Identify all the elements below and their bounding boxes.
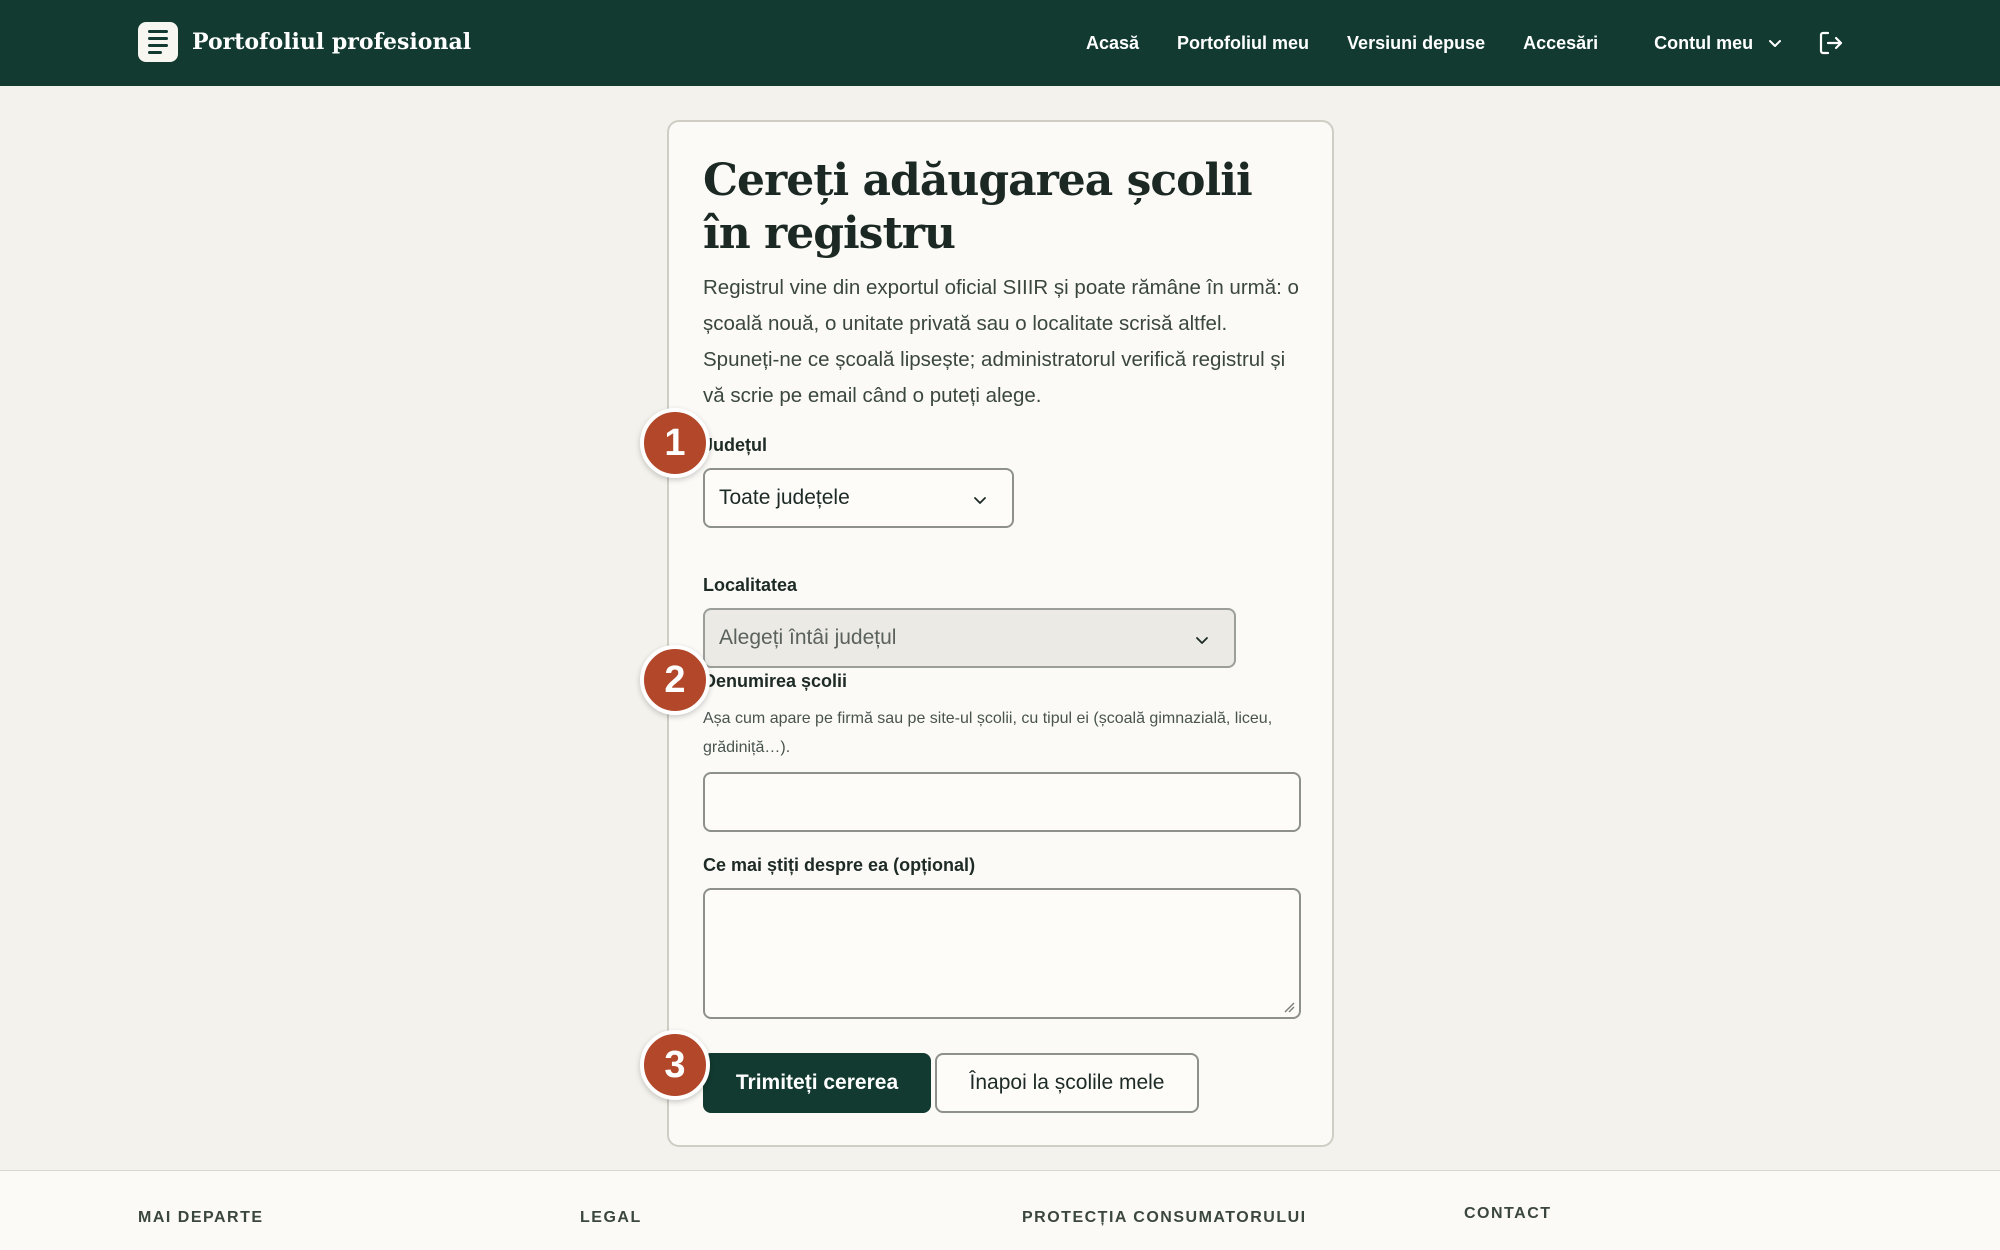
brand-title: Portofoliul profesional	[192, 29, 472, 55]
step-marker-1: 1	[640, 408, 710, 478]
notes-textarea[interactable]	[703, 888, 1301, 1019]
school-name-input[interactable]	[703, 772, 1301, 832]
notes-label: Ce mai știți despre ea (opțional)	[703, 855, 976, 875]
request-school-card: Cereți adăugarea școlii în registru Regi…	[667, 120, 1334, 1147]
footer-heading-contact: CONTACT	[1464, 1205, 1552, 1222]
nav-home[interactable]: Acasă	[1086, 33, 1139, 54]
nav-accesses[interactable]: Accesări	[1523, 33, 1598, 54]
submit-request-button[interactable]: Trimiteți cererea	[703, 1053, 931, 1113]
chevron-down-icon	[1769, 40, 1782, 47]
account-label: Contul meu	[1654, 32, 1754, 53]
resize-grip-icon[interactable]	[1283, 1001, 1295, 1013]
county-select-value: Toate județele	[719, 486, 850, 509]
locality-select[interactable]: Alegeți întâi județul	[703, 608, 1236, 668]
county-select[interactable]: Toate județele	[703, 468, 1014, 528]
footer-heading-legal: LEGAL	[580, 1209, 642, 1226]
back-to-schools-button[interactable]: Înapoi la școlile mele	[935, 1053, 1199, 1113]
chevron-down-icon	[974, 497, 986, 504]
nav-my-portfolio[interactable]: Portofoliul meu	[1177, 33, 1309, 54]
intro-text: Registrul vine din exportul oficial SIII…	[703, 276, 1299, 407]
nav-submitted-versions[interactable]: Versiuni depuse	[1347, 33, 1485, 54]
main-nav: Acasă Portofoliul meu Versiuni depuse Ac…	[1086, 0, 1783, 86]
brand-link[interactable]: Portofoliul profesional	[138, 22, 471, 62]
school-name-help: Așa cum apare pe firmă sau pe site-ul șc…	[703, 710, 1273, 756]
top-nav-bar: Portofoliul profesional Acasă Portofoliu…	[0, 0, 2000, 86]
county-label: Județul	[703, 435, 768, 455]
footer-heading-more: MAI DEPARTE	[138, 1209, 264, 1226]
page-title: Cereți adăugarea școlii în registru	[703, 155, 1253, 259]
logout-icon[interactable]	[1816, 28, 1846, 58]
account-menu[interactable]: Contul meu	[1654, 33, 1783, 54]
step-marker-2: 2	[640, 645, 710, 715]
site-footer: MAI DEPARTE LEGAL PROTECȚIA CONSUMATORUL…	[0, 1170, 2000, 1250]
portfolio-logo-icon	[138, 22, 178, 62]
locality-label: Localitatea	[703, 575, 798, 595]
locality-select-value: Alegeți întâi județul	[719, 626, 897, 649]
school-name-label: Denumirea școlii	[703, 671, 848, 691]
chevron-down-icon	[1196, 637, 1208, 644]
step-marker-3: 3	[640, 1030, 710, 1100]
footer-heading-consumer-protection: PROTECȚIA CONSUMATORULUI	[1022, 1209, 1307, 1226]
